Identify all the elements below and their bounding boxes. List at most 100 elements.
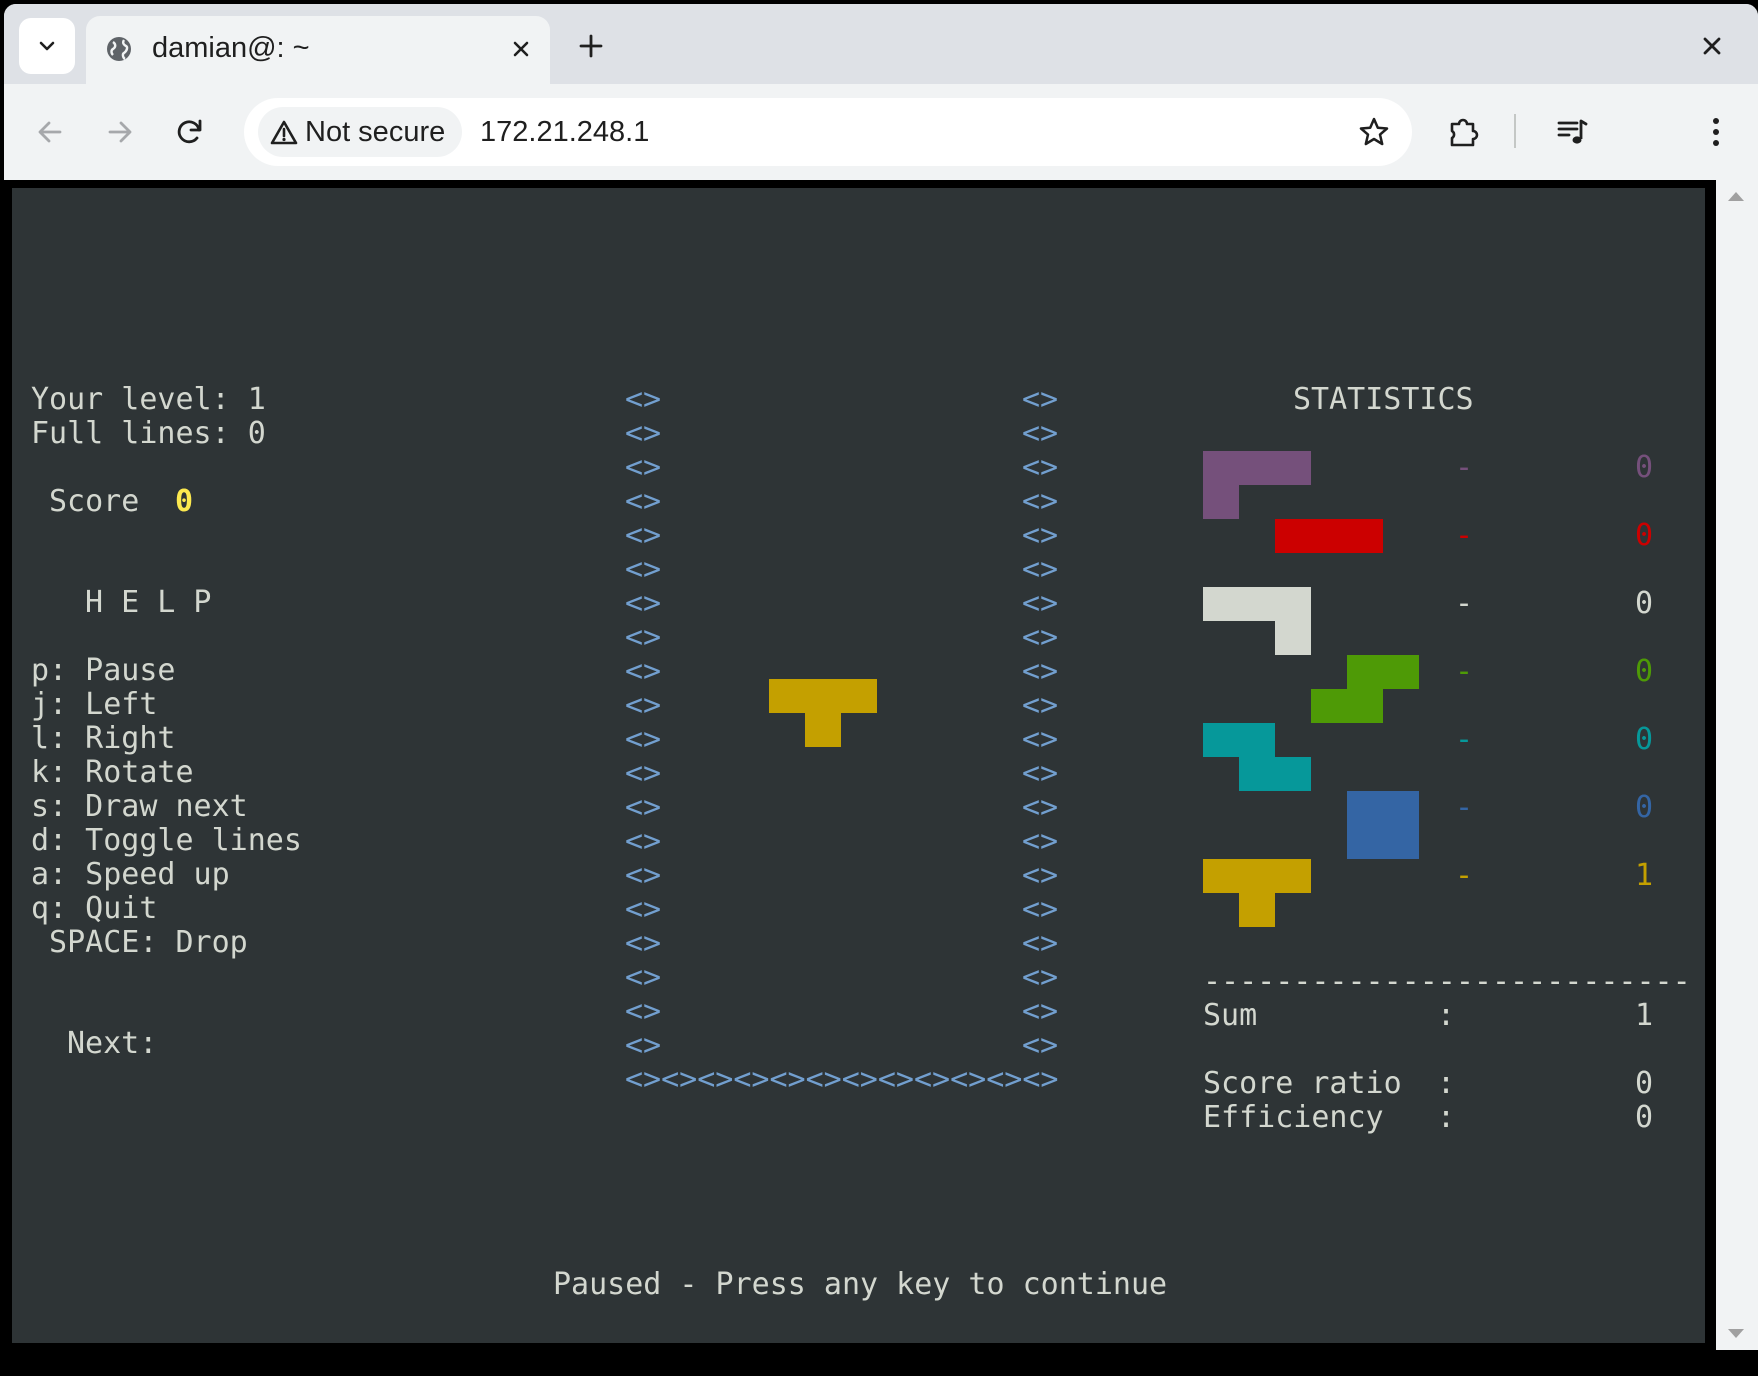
well-wall-right: <> [1022, 484, 1059, 519]
well-wall-left: <> [625, 756, 662, 791]
globe-icon [107, 37, 131, 61]
stat-piece-s-cell [1383, 655, 1419, 689]
well-wall-right: <> [1022, 688, 1059, 723]
full-lines-indicator: Full lines: 0 [31, 416, 266, 451]
well-wall-right: <> [1022, 824, 1059, 859]
tab-close-button[interactable] [504, 32, 538, 66]
stat-count: 0 [1635, 654, 1654, 689]
efficiency-label: Efficiency [1203, 1100, 1384, 1135]
window-close-button[interactable] [1690, 24, 1734, 68]
help-key-line: a: Speed up [31, 857, 230, 892]
sum-value: 1 [1635, 998, 1654, 1033]
statistics-divider: --------------------------- [1203, 964, 1691, 999]
help-key-line: s: Draw next [31, 789, 248, 824]
stat-piece-o-cell [1347, 825, 1383, 859]
score-label: Score [49, 484, 140, 519]
help-key-line: l: Right [31, 721, 176, 756]
well-wall-left: <> [625, 382, 662, 417]
stat-piece-z-cell [1239, 723, 1275, 757]
stat-piece-l-cell [1203, 587, 1239, 621]
well-wall-left: <> [625, 484, 662, 519]
kebab-menu-icon [1713, 118, 1719, 146]
active-piece-cell [769, 679, 805, 713]
media-controls-button[interactable] [1546, 106, 1598, 158]
help-key-line: d: Toggle lines [31, 823, 302, 858]
stat-piece-z-cell [1239, 757, 1275, 791]
well-wall-right: <> [1022, 552, 1059, 587]
stat-piece-s-cell [1347, 689, 1383, 723]
media-queue-icon [1557, 119, 1588, 144]
stat-piece-j-cell [1275, 451, 1311, 485]
stat-dash: - [1455, 654, 1474, 689]
efficiency-colon: : [1437, 1100, 1456, 1135]
security-label: Not secure [305, 116, 446, 148]
stat-dash: - [1455, 790, 1474, 825]
arrow-left-icon [38, 121, 62, 143]
page-scrollbar[interactable] [1716, 180, 1758, 1350]
browser-tab[interactable]: damian@: ~ [86, 16, 550, 86]
well-floor: <><><><><><><><><><><><> [625, 1062, 1059, 1097]
stat-piece-z-cell [1203, 723, 1239, 757]
well-wall-left: <> [625, 858, 662, 893]
stat-count: 0 [1635, 518, 1654, 553]
well-wall-right: <> [1022, 892, 1059, 927]
help-key-line: SPACE: Drop [31, 925, 248, 960]
active-piece-cell [805, 679, 841, 713]
score-ratio-colon: : [1437, 1066, 1456, 1101]
well-wall-left: <> [625, 994, 662, 1029]
stat-piece-l-cell [1239, 587, 1275, 621]
well-wall-left: <> [625, 824, 662, 859]
level-indicator: Your level: 1 [31, 382, 266, 417]
browser-menu-button[interactable] [1690, 106, 1742, 158]
stat-piece-t-cell [1239, 893, 1275, 927]
scroll-up-arrow[interactable] [1728, 192, 1744, 201]
stat-dash: - [1455, 858, 1474, 893]
stat-piece-t-cell [1203, 859, 1239, 893]
url-text[interactable]: 172.21.248.1 [480, 112, 649, 152]
stat-dash: - [1455, 450, 1474, 485]
well-wall-left: <> [625, 518, 662, 553]
well-wall-left: <> [625, 960, 662, 995]
well-wall-right: <> [1022, 586, 1059, 621]
efficiency-value: 0 [1635, 1100, 1654, 1135]
extensions-button[interactable] [1438, 106, 1490, 158]
next-piece-label: Next: [67, 1026, 158, 1061]
well-wall-left: <> [625, 722, 662, 757]
address-bar[interactable]: Not secure 172.21.248.1 [244, 98, 1412, 166]
reload-button[interactable] [164, 106, 216, 158]
stat-piece-o-cell [1347, 791, 1383, 825]
well-wall-left: <> [625, 552, 662, 587]
well-wall-right: <> [1022, 416, 1059, 451]
new-tab-button[interactable] [569, 24, 613, 68]
active-piece-cell [841, 679, 877, 713]
stat-piece-j-cell [1239, 451, 1275, 485]
help-title: H E L P [85, 585, 212, 620]
forward-button[interactable] [94, 106, 146, 158]
bookmark-button[interactable] [1350, 108, 1398, 156]
well-wall-right: <> [1022, 518, 1059, 553]
tab-search-button[interactable] [19, 18, 75, 74]
stat-piece-i-cell [1311, 519, 1347, 553]
stat-piece-t-cell [1239, 859, 1275, 893]
well-wall-right: <> [1022, 790, 1059, 825]
stat-piece-l-cell [1275, 587, 1311, 621]
reload-icon [177, 119, 202, 144]
security-chip[interactable]: Not secure [258, 107, 462, 157]
help-key-line: q: Quit [31, 891, 158, 926]
toolbar-separator [1514, 114, 1516, 148]
well-wall-left: <> [625, 586, 662, 621]
stat-piece-j-cell [1203, 451, 1239, 485]
stat-piece-l-cell [1275, 621, 1311, 655]
close-icon [1703, 37, 1721, 55]
back-button[interactable] [24, 106, 76, 158]
terminal-screen[interactable]: Your level: 1 Full lines: 0 Score 0 H E … [12, 188, 1705, 1343]
sum-label: Sum [1203, 998, 1258, 1033]
scroll-down-arrow[interactable] [1728, 1329, 1744, 1338]
well-wall-left: <> [625, 926, 662, 961]
statistics-title: STATISTICS [1293, 382, 1474, 417]
tab-title: damian@: ~ [152, 32, 310, 64]
tab-strip: damian@: ~ [4, 4, 1758, 86]
well-wall-left: <> [625, 416, 662, 451]
well-wall-left: <> [625, 892, 662, 927]
plus-icon [579, 34, 603, 58]
